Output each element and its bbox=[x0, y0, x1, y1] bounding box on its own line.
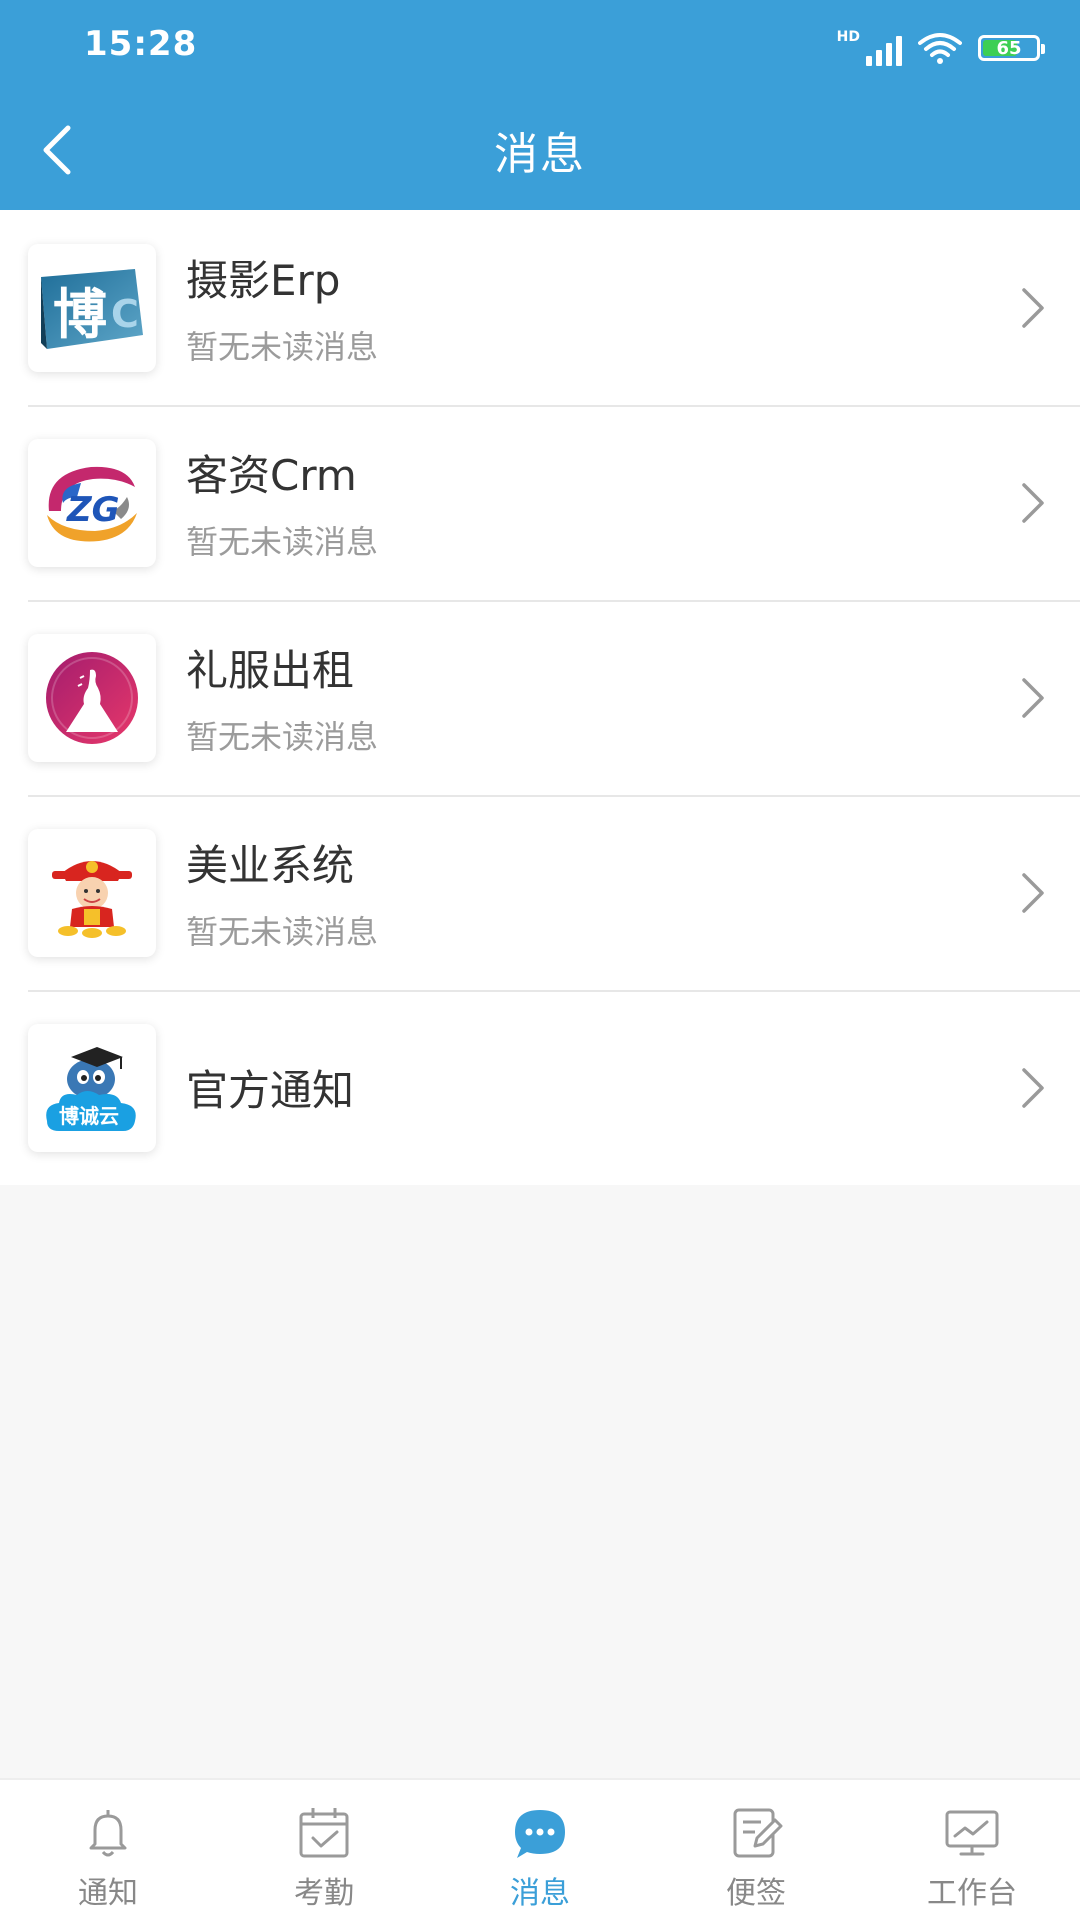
tab-attendance[interactable]: 考勤 bbox=[216, 1780, 432, 1920]
list-item-subtitle: 暂无未读消息 bbox=[186, 913, 379, 951]
battery-level: 65 bbox=[996, 37, 1022, 59]
cloud-logo-text: 博诚云 bbox=[59, 1104, 119, 1128]
list-item-title: 官方通知 bbox=[186, 1066, 355, 1115]
dress-rental-logo-icon bbox=[28, 634, 156, 762]
tab-notifications[interactable]: 通知 bbox=[0, 1780, 216, 1920]
list-item-title: 摄影Erp bbox=[186, 256, 341, 305]
list-item-title: 客资Crm bbox=[186, 451, 357, 500]
tab-label: 通知 bbox=[78, 1876, 138, 1911]
tab-label: 便签 bbox=[726, 1876, 786, 1911]
list-item-subtitle: 暂无未读消息 bbox=[186, 328, 379, 366]
list-item-crm[interactable]: ZG 客资Crm 暂无未读消息 bbox=[0, 405, 1080, 600]
battery-icon: 65 bbox=[978, 35, 1045, 61]
tab-workbench[interactable]: 工作台 bbox=[864, 1780, 1080, 1920]
chevron-right-icon bbox=[1022, 287, 1044, 328]
bocheng-cloud-logo-icon: 博诚云 bbox=[28, 1024, 156, 1152]
chevron-right-icon bbox=[1022, 482, 1044, 523]
message-list: 博 C 摄影Erp 暂无未读消息 ZG 客资Crm 暂无未读消息 礼服出租 暂无… bbox=[0, 210, 1080, 1185]
list-item-title: 美业系统 bbox=[186, 841, 355, 890]
app-header: 15:28 HD 65 消息 bbox=[0, 0, 1080, 210]
list-item-subtitle: 暂无未读消息 bbox=[186, 523, 379, 561]
list-item-subtitle: 暂无未读消息 bbox=[186, 718, 379, 756]
tab-label: 工作台 bbox=[927, 1876, 1017, 1911]
bocheng-erp-logo-icon: 博 C bbox=[28, 244, 156, 372]
status-icons: HD 65 bbox=[837, 26, 1045, 70]
wifi-icon bbox=[918, 33, 962, 64]
list-item-beauty-system[interactable]: 美业系统 暂无未读消息 bbox=[0, 795, 1080, 990]
zg-crm-logo-icon: ZG bbox=[28, 439, 156, 567]
calendar-check-icon bbox=[299, 1808, 349, 1858]
note-edit-icon bbox=[733, 1808, 783, 1858]
bottom-nav: 通知 考勤 消息 便签 工作台 bbox=[0, 1778, 1080, 1920]
status-time: 15:28 bbox=[84, 24, 198, 64]
list-item-dress-rental[interactable]: 礼服出租 暂无未读消息 bbox=[0, 600, 1080, 795]
chevron-right-icon bbox=[1022, 1067, 1044, 1108]
list-item-official-notice[interactable]: 博诚云 官方通知 bbox=[0, 990, 1080, 1185]
bell-icon bbox=[89, 1810, 127, 1857]
chevron-right-icon bbox=[1022, 872, 1044, 913]
network-label: HD bbox=[836, 29, 860, 45]
crm-logo-text: ZG bbox=[66, 490, 120, 530]
tab-notes[interactable]: 便签 bbox=[648, 1780, 864, 1920]
chat-bubble-icon bbox=[515, 1810, 565, 1858]
cellular-signal-icon: HD bbox=[837, 30, 902, 66]
god-of-wealth-logo-icon bbox=[28, 829, 156, 957]
tab-label: 考勤 bbox=[294, 1876, 354, 1911]
list-item-erp[interactable]: 博 C 摄影Erp 暂无未读消息 bbox=[0, 210, 1080, 405]
tab-messages[interactable]: 消息 bbox=[432, 1780, 648, 1920]
monitor-chart-icon bbox=[945, 1810, 999, 1856]
page-title: 消息 bbox=[494, 129, 586, 180]
tab-label: 消息 bbox=[510, 1876, 570, 1911]
chevron-right-icon bbox=[1022, 677, 1044, 718]
erp-logo-text: 博 bbox=[53, 283, 107, 346]
svg-text:C: C bbox=[111, 292, 139, 336]
list-item-title: 礼服出租 bbox=[186, 646, 355, 695]
